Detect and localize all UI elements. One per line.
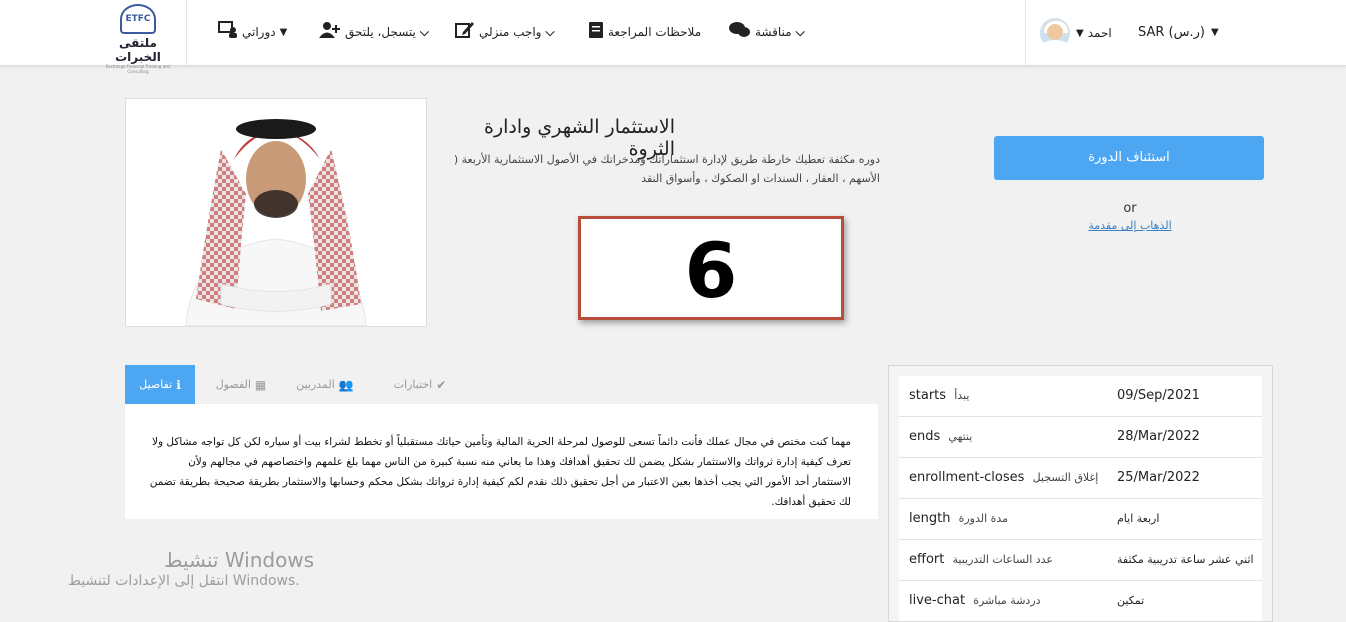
- courses-icon: [218, 20, 238, 44]
- nav-review-notes-label: ملاحظات المراجعة: [608, 25, 702, 39]
- course-description: دوره مكثفة تعطيك خارطة طريق لإدارة استثم…: [453, 153, 880, 185]
- info-value: 25/Mar/2022: [1117, 470, 1200, 485]
- course-info-panel: starts يبدأ 09/Sep/2021 ends ينتهي 28/Ma…: [888, 365, 1273, 622]
- nav-review-notes[interactable]: ملاحظات المراجعة: [588, 20, 705, 44]
- instructor-photo: [126, 99, 426, 326]
- discussion-icon: [729, 21, 751, 44]
- info-value: اثني عشر ساعة تدريبية مكثفة: [1117, 553, 1254, 566]
- caret-down-icon: ▼: [1210, 26, 1219, 38]
- check-icon: ✔: [436, 377, 447, 392]
- caret-down-icon: ▼: [1076, 27, 1084, 39]
- chevron-down-icon: ⌵: [795, 24, 805, 39]
- nav-enroll[interactable]: يتسجل، يلتحق ⌵: [319, 20, 429, 44]
- nav-enroll-label: يتسجل، يلتحق: [345, 25, 416, 39]
- course-image: [125, 98, 427, 327]
- chevron-down-icon: ⌵: [545, 24, 555, 39]
- nav-divider: [186, 0, 187, 65]
- nav-homework-label: واجب منزلي: [479, 25, 542, 39]
- user-name: احمد: [1087, 26, 1112, 40]
- course-number-box: 6: [578, 216, 844, 320]
- currency-label: SAR (ر.س): [1138, 24, 1205, 40]
- windows-activation-title: تنشيط Windows: [164, 548, 315, 572]
- tab-quizzes[interactable]: اختبارات ✔: [385, 365, 455, 404]
- tab-chapters[interactable]: الفصول ▦: [201, 365, 281, 404]
- homework-icon: [455, 21, 475, 44]
- info-row-ends: ends ينتهي 28/Mar/2022: [899, 417, 1262, 458]
- nav-discussion[interactable]: مناقشة ⌵: [729, 20, 805, 44]
- tab-details[interactable]: تفاصيل ℹ: [125, 365, 195, 404]
- info-label: enrollment-closes إغلاق التسجيل: [909, 470, 1099, 485]
- instructors-icon: 👥: [338, 377, 354, 392]
- top-navbar: ETFC ملتقى الخبرات Exchange Financial Tr…: [0, 0, 1346, 74]
- logo-name: ملتقى الخبرات: [115, 36, 161, 64]
- info-value: 09/Sep/2021: [1117, 388, 1200, 403]
- nav-my-courses[interactable]: دوراتي ▼: [218, 20, 287, 44]
- info-row-effort: effort عدد الساعات التدريبية اثني عشر سا…: [899, 540, 1262, 581]
- windows-activation-subtitle: انتقل إلى الإعدادات لتنشيط Windows.: [68, 573, 300, 589]
- tab-instructors[interactable]: المدربين 👥: [290, 365, 360, 404]
- info-row-live-chat: live-chat دردشة مباشرة تمكين: [899, 581, 1262, 621]
- nav-divider: [1025, 0, 1026, 65]
- caret-down-icon: ▼: [279, 26, 288, 38]
- info-label: starts يبدأ: [909, 388, 970, 403]
- details-panel: مهما كنت مختص في مجال عملك فأنت دائماً ت…: [125, 404, 878, 519]
- enroll-icon: [319, 21, 341, 44]
- info-row-length: length مدة الدورة اربعة ايام: [899, 499, 1262, 540]
- user-menu[interactable]: ▼ احمد: [1040, 17, 1116, 49]
- info-label: length مدة الدورة: [909, 511, 1009, 526]
- nav-discussion-label: مناقشة: [755, 25, 792, 39]
- logo-tagline: Exchange Financial Training and Consulti…: [105, 64, 171, 74]
- tab-details-label: تفاصيل: [139, 378, 173, 391]
- nav-my-courses-label: دوراتي: [242, 25, 276, 39]
- info-label: live-chat دردشة مباشرة: [909, 593, 1041, 608]
- info-row-starts: starts يبدأ 09/Sep/2021: [899, 376, 1262, 417]
- info-row-enrollment-closes: enrollment-closes إغلاق التسجيل 25/Mar/2…: [899, 458, 1262, 499]
- logo-emblem: ETFC: [120, 4, 156, 34]
- notes-icon: [588, 21, 604, 44]
- info-label: effort عدد الساعات التدريبية: [909, 552, 1053, 567]
- info-value: اربعة ايام: [1117, 512, 1160, 525]
- or-separator: or: [1123, 201, 1137, 216]
- go-to-intro-link[interactable]: الذهاب إلى مقدمة: [1080, 219, 1180, 232]
- tab-chapters-label: الفصول: [215, 378, 251, 391]
- resume-course-button[interactable]: استئناف الدورة: [994, 136, 1264, 180]
- tab-quizzes-label: اختبارات: [393, 378, 433, 391]
- info-value: 28/Mar/2022: [1117, 429, 1200, 444]
- tab-instructors-label: المدربين: [296, 378, 335, 391]
- info-icon: ℹ: [176, 377, 181, 392]
- chevron-down-icon: ⌵: [419, 24, 429, 39]
- user-avatar: [1040, 18, 1070, 48]
- chapters-icon: ▦: [254, 377, 267, 392]
- info-value: تمكين: [1117, 594, 1145, 607]
- details-text: مهما كنت مختص في مجال عملك فأنت دائماً ت…: [149, 436, 851, 508]
- nav-homework[interactable]: واجب منزلي ⌵: [455, 20, 555, 44]
- info-label: ends ينتهي: [909, 429, 973, 444]
- currency-selector[interactable]: SAR (ر.س) ▼: [1138, 20, 1219, 44]
- site-logo[interactable]: ETFC ملتقى الخبرات Exchange Financial Tr…: [100, 4, 176, 74]
